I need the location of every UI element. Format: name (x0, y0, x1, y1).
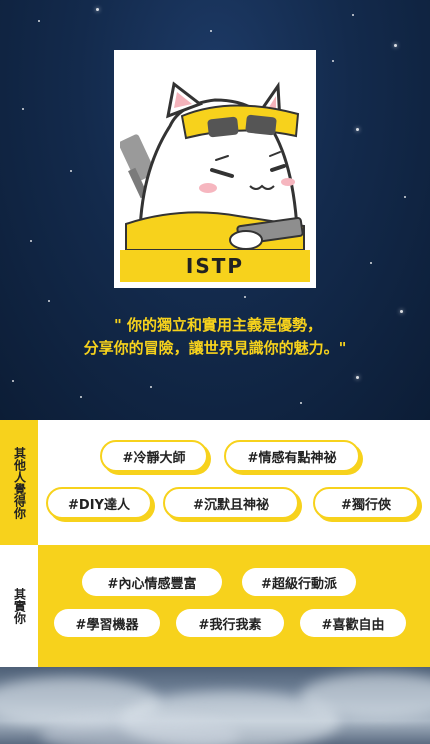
tag-item: #我行我素 (176, 609, 284, 637)
actually-you-section: 其實你 #內心情感豐富 #超級行動派 #學習機器 #我行我素 #喜歡自由 (0, 545, 430, 667)
personality-type-label: ISTP (120, 250, 310, 282)
quote-line-1: " 你的獨立和實用主義是優勢， (113, 316, 323, 334)
tag-item: #DIY達人 (46, 487, 152, 519)
cloud-footer-image (0, 667, 430, 744)
tag-item: #情感有點神祕 (224, 440, 360, 472)
quote-line-2: 分享你的冒險，讓世界見識你的魅力。" (83, 339, 347, 357)
tag-item: #內心情感豐富 (82, 568, 222, 596)
actually-you-label: 其實你 (0, 545, 38, 667)
tag-item: #學習機器 (54, 609, 160, 637)
quote-text: " 你的獨立和實用主義是優勢， 分享你的冒險，讓世界見識你的魅力。" (0, 314, 430, 360)
others-see-you-label: 其他人覺得你 (0, 420, 38, 545)
tag-item: #沉默且神祕 (163, 487, 299, 519)
tag-item: #喜歡自由 (300, 609, 406, 637)
cat-illustration (120, 56, 310, 250)
tag-item: #超級行動派 (242, 568, 356, 596)
personality-card: ISTP (114, 50, 316, 288)
tag-item: #冷靜大師 (100, 440, 208, 472)
tag-item: #獨行俠 (313, 487, 419, 519)
others-see-you-section: 其他人覺得你 #冷靜大師 #情感有點神祕 #DIY達人 #沉默且神祕 #獨行俠 (0, 420, 430, 545)
